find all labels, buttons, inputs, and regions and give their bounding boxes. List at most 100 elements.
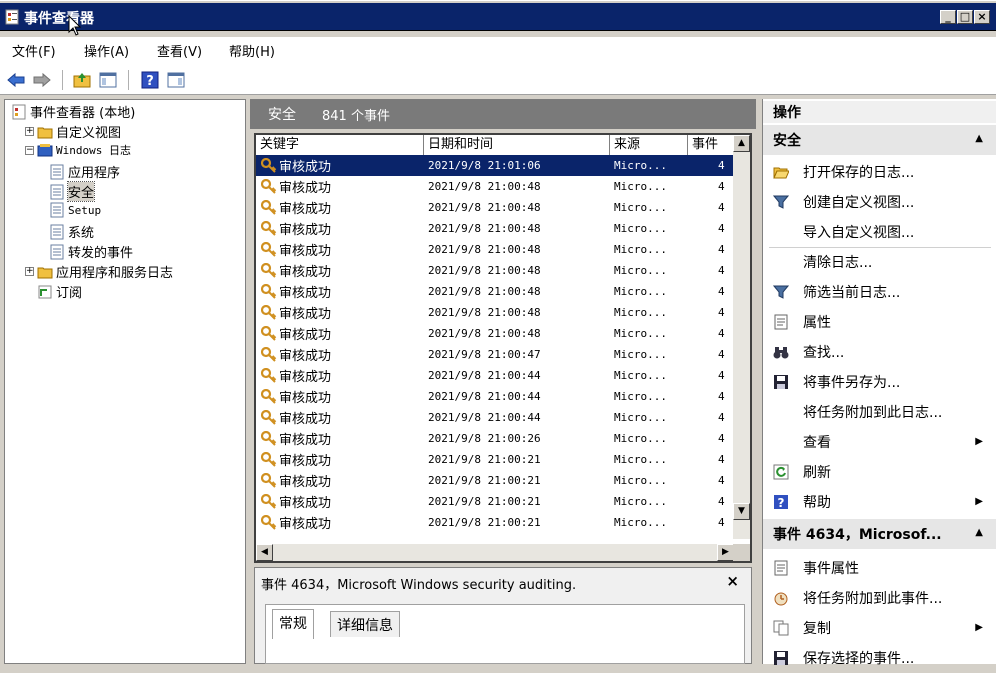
action-task-icon-101[interactable]: 将任务附加到此事件...	[763, 583, 996, 613]
row-source: Micro...	[614, 264, 667, 277]
table-row[interactable]: 审核成功 2021/9/8 21:00:21 Micro... 4	[256, 512, 734, 533]
row-event-id: 4	[718, 327, 725, 340]
key-icon	[260, 388, 277, 405]
column-source[interactable]: 来源	[610, 135, 688, 155]
table-row[interactable]: 审核成功 2021/9/8 21:00:48 Micro... 4	[256, 323, 734, 344]
action-item-2[interactable]: 导入自定义视图...	[763, 217, 996, 247]
table-row[interactable]: 审核成功 2021/9/8 21:00:44 Micro... 4	[256, 365, 734, 386]
show-hide-action-pane-icon[interactable]	[166, 70, 186, 90]
table-row[interactable]: 审核成功 2021/9/8 21:00:44 Micro... 4	[256, 386, 734, 407]
action-properties-icon-5[interactable]: 属性	[763, 307, 996, 337]
tab-details[interactable]: 详细信息	[330, 611, 400, 637]
scroll-down-icon[interactable]: ▼	[733, 503, 750, 520]
close-button[interactable]: ×	[974, 10, 990, 24]
tree-expander-icon[interactable]: −	[25, 145, 34, 155]
row-keyword: 审核成功	[279, 160, 332, 175]
submenu-arrow-icon: ▶	[975, 622, 983, 633]
horizontal-scrollbar[interactable]: ◀ ▶	[256, 544, 734, 561]
action-item-3[interactable]: 清除日志...	[763, 247, 996, 277]
action-properties-icon-100[interactable]: 事件属性	[763, 553, 996, 583]
tree-expander-icon[interactable]: +	[25, 127, 34, 136]
table-row[interactable]: 审核成功 2021/9/8 21:00:44 Micro... 4	[256, 407, 734, 428]
key-icon	[260, 472, 277, 489]
table-row[interactable]: 审核成功 2021/9/8 21:00:21 Micro... 4	[256, 491, 734, 512]
vertical-scrollbar[interactable]: ▲ ▼	[733, 135, 750, 539]
row-date-time: 2021/9/8 21:01:06	[428, 159, 541, 172]
action-save-icon-7[interactable]: 将事件另存为...	[763, 367, 996, 397]
minimize-button[interactable]: _	[940, 10, 956, 24]
action-save-icon-103[interactable]: 保存选择的事件...	[763, 643, 996, 673]
column-event-id[interactable]: 事件	[688, 135, 734, 155]
tree-item[interactable]: 系统	[49, 222, 94, 241]
tree-item[interactable]: − Windows 日志	[25, 142, 131, 158]
tree-expander-icon[interactable]: +	[25, 267, 34, 276]
up-folder-icon[interactable]	[72, 70, 92, 90]
row-keyword: 审核成功	[279, 454, 332, 469]
section-security[interactable]: 安全 ▲	[763, 125, 996, 155]
forward-arrow-icon[interactable]	[32, 70, 52, 90]
action-binoculars-icon-6[interactable]: 查找...	[763, 337, 996, 367]
tree-item[interactable]: + 应用程序和服务日志	[25, 262, 173, 281]
close-detail-button[interactable]: ×	[726, 572, 739, 590]
menu-view[interactable]: 查看(V)	[157, 41, 202, 60]
tree-item[interactable]: 订阅	[25, 282, 82, 301]
table-row[interactable]: 审核成功 2021/9/8 21:00:48 Micro... 4	[256, 176, 734, 197]
key-icon	[260, 451, 277, 468]
table-row[interactable]: 审核成功 2021/9/8 21:00:48 Micro... 4	[256, 218, 734, 239]
help-icon[interactable]: ?	[140, 70, 160, 90]
column-keyword[interactable]: 关键字	[256, 135, 424, 155]
action-folder-open-icon-0[interactable]: 打开保存的日志...	[763, 157, 996, 187]
back-arrow-icon[interactable]	[6, 70, 26, 90]
collapse-icon[interactable]: ▲	[975, 527, 983, 538]
scroll-left-icon[interactable]: ◀	[256, 544, 273, 561]
action-filter-icon-4[interactable]: 筛选当前日志...	[763, 277, 996, 307]
menu-bar: 文件(F) 操作(A) 查看(V) 帮助(H)	[0, 37, 996, 65]
row-event-id: 4	[718, 306, 725, 319]
row-source: Micro...	[614, 180, 667, 193]
menu-file[interactable]: 文件(F)	[12, 41, 56, 60]
row-source: Micro...	[614, 243, 667, 256]
section-event[interactable]: 事件 4634，Microsof... ▲	[763, 519, 996, 549]
tree-item-label: 订阅	[56, 286, 83, 301]
table-row[interactable]: 审核成功 2021/9/8 21:00:48 Micro... 4	[256, 197, 734, 218]
table-row[interactable]: 审核成功 2021/9/8 21:00:48 Micro... 4	[256, 302, 734, 323]
log-icon	[49, 202, 65, 218]
maximize-button[interactable]: □	[957, 10, 973, 24]
row-event-id: 4	[718, 369, 725, 382]
scroll-right-icon[interactable]: ▶	[717, 544, 734, 561]
tree-item[interactable]: 事件查看器 (本地)	[11, 102, 135, 121]
action-copy-icon-102[interactable]: 复制 ▶	[763, 613, 996, 643]
action-filter-icon-1[interactable]: 创建自定义视图...	[763, 187, 996, 217]
table-row[interactable]: 审核成功 2021/9/8 21:00:21 Micro... 4	[256, 449, 734, 470]
tree-item[interactable]: Setup	[49, 202, 101, 218]
action-refresh-icon-10[interactable]: 刷新	[763, 457, 996, 487]
row-keyword: 审核成功	[279, 244, 332, 259]
action-item-8[interactable]: 将任务附加到此日志...	[763, 397, 996, 427]
tree-item[interactable]: 安全	[49, 181, 96, 202]
action-help-icon-11[interactable]: ? 帮助 ▶	[763, 487, 996, 517]
action-label: 刷新	[803, 465, 831, 481]
tab-general[interactable]: 常规	[272, 609, 314, 639]
section-security-label: 安全	[773, 133, 801, 149]
column-date-time[interactable]: 日期和时间	[424, 135, 610, 155]
tree-item[interactable]: 应用程序	[49, 162, 120, 181]
menu-action[interactable]: 操作(A)	[84, 41, 129, 60]
row-event-id: 4	[718, 180, 725, 193]
table-row[interactable]: 审核成功 2021/9/8 21:01:06 Micro... 4	[256, 155, 734, 176]
tree-item[interactable]: + 自定义视图	[25, 122, 121, 141]
title-bar[interactable]: 事件查看器 _ □ ×	[0, 3, 996, 31]
table-row[interactable]: 审核成功 2021/9/8 21:00:47 Micro... 4	[256, 344, 734, 365]
table-row[interactable]: 审核成功 2021/9/8 21:00:48 Micro... 4	[256, 239, 734, 260]
action-label: 将任务附加到此日志...	[803, 405, 943, 421]
show-hide-tree-icon[interactable]	[98, 70, 118, 90]
table-row[interactable]: 审核成功 2021/9/8 21:00:26 Micro... 4	[256, 428, 734, 449]
scroll-up-icon[interactable]: ▲	[733, 135, 750, 152]
table-row[interactable]: 审核成功 2021/9/8 21:00:48 Micro... 4	[256, 260, 734, 281]
action-item-9[interactable]: 查看 ▶	[763, 427, 996, 457]
menu-help[interactable]: 帮助(H)	[229, 41, 275, 60]
table-row[interactable]: 审核成功 2021/9/8 21:00:21 Micro... 4	[256, 470, 734, 491]
event-count: 841 个事件	[322, 108, 390, 124]
tree-item[interactable]: 转发的事件	[49, 242, 133, 261]
table-row[interactable]: 审核成功 2021/9/8 21:00:48 Micro... 4	[256, 281, 734, 302]
collapse-icon[interactable]: ▲	[975, 133, 983, 144]
